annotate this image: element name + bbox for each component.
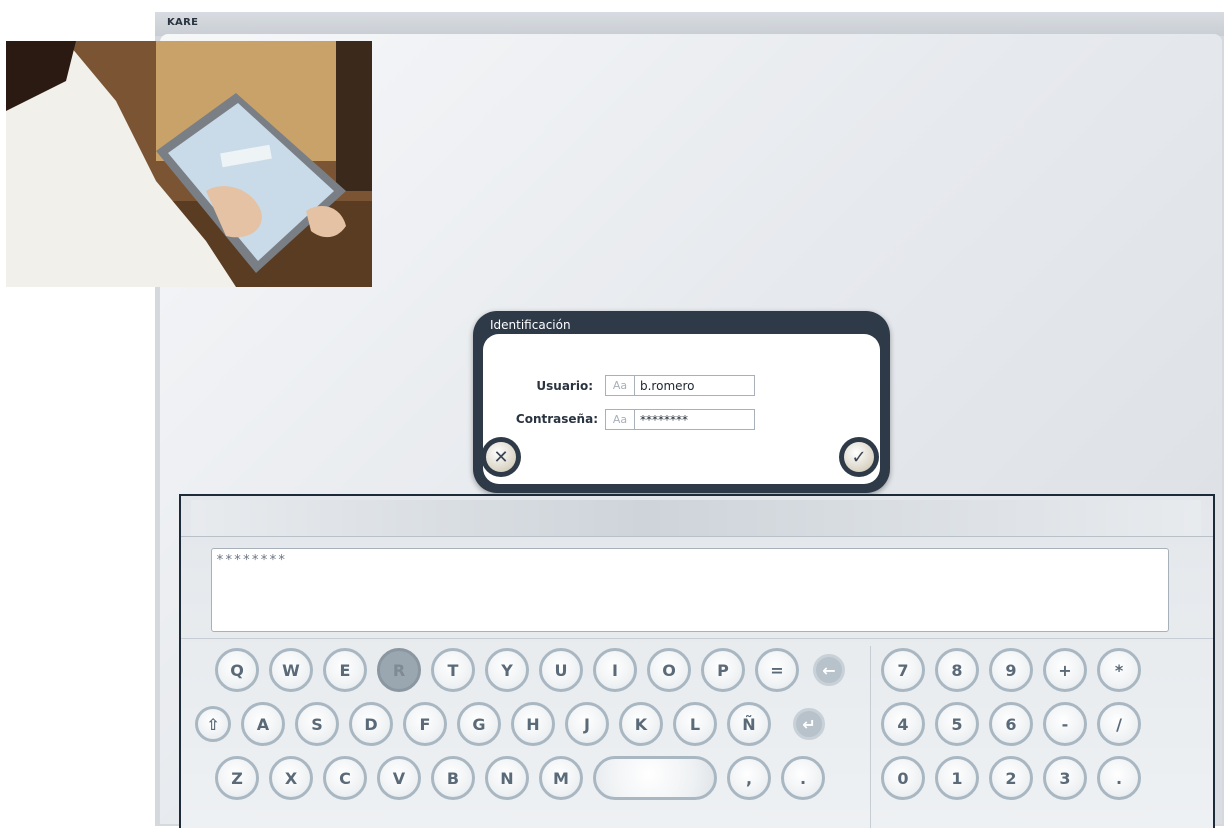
- dialog-title: Identificación: [490, 318, 571, 332]
- numpad-key[interactable]: 6: [989, 702, 1033, 746]
- numpad-key[interactable]: 4: [881, 702, 925, 746]
- key-x[interactable]: X: [269, 756, 313, 800]
- close-icon: ✕: [493, 446, 509, 468]
- key-v[interactable]: V: [377, 756, 421, 800]
- numpad-key[interactable]: .: [1097, 756, 1141, 800]
- key-b[interactable]: B: [431, 756, 475, 800]
- key-f[interactable]: F: [403, 702, 447, 746]
- key-o[interactable]: O: [647, 648, 691, 692]
- numpad-key[interactable]: /: [1097, 702, 1141, 746]
- space-key[interactable]: [593, 756, 717, 800]
- divider: [181, 536, 1213, 537]
- user-label: Usuario:: [536, 379, 593, 393]
- key-d[interactable]: D: [349, 702, 393, 746]
- key-t[interactable]: T: [431, 648, 475, 692]
- key-z[interactable]: Z: [215, 756, 259, 800]
- key-n[interactable]: N: [485, 756, 529, 800]
- key-m[interactable]: M: [539, 756, 583, 800]
- numpad-key[interactable]: 5: [935, 702, 979, 746]
- key-r[interactable]: R: [377, 648, 421, 692]
- login-dialog: Identificación Usuario: Aa b.romero Cont…: [473, 311, 890, 493]
- key-q[interactable]: Q: [215, 648, 259, 692]
- numpad-key[interactable]: -: [1043, 702, 1087, 746]
- divider: [181, 638, 1213, 639]
- check-icon: ✓: [851, 446, 867, 468]
- numpad-key[interactable]: 9: [989, 648, 1033, 692]
- enter-icon[interactable]: ↵: [793, 708, 825, 740]
- password-field[interactable]: Aa ********: [605, 409, 755, 430]
- title-bar: KARE: [155, 12, 1224, 36]
- numpad-key[interactable]: *: [1097, 648, 1141, 692]
- password-label: Contraseña:: [515, 412, 598, 426]
- key-e[interactable]: E: [323, 648, 367, 692]
- key-i[interactable]: I: [593, 648, 637, 692]
- virtual-keyboard: ******** Q W E R T Y U I O P = ← ⇧ A S D F G H J K L Ñ ↵ Z X C V B N M…: [179, 494, 1215, 828]
- key-j[interactable]: J: [565, 702, 609, 746]
- text-mode-icon: Aa: [606, 376, 635, 395]
- user-value: b.romero: [640, 378, 695, 393]
- keyboard-header: [191, 500, 1201, 536]
- cancel-button[interactable]: ✕: [481, 437, 521, 477]
- photo-inset: [6, 41, 372, 287]
- backspace-icon[interactable]: ←: [813, 654, 845, 686]
- text-mode-icon: Aa: [606, 410, 635, 429]
- numpad-key[interactable]: 8: [935, 648, 979, 692]
- keyboard-text-field[interactable]: ********: [211, 548, 1169, 632]
- app-title: KARE: [167, 17, 199, 28]
- divider: [870, 646, 871, 828]
- key-k[interactable]: K: [619, 702, 663, 746]
- numpad-key[interactable]: +: [1043, 648, 1087, 692]
- numpad-key[interactable]: 3: [1043, 756, 1087, 800]
- user-field[interactable]: Aa b.romero: [605, 375, 755, 396]
- numpad-key[interactable]: 2: [989, 756, 1033, 800]
- key-a[interactable]: A: [241, 702, 285, 746]
- key-ñ[interactable]: Ñ: [727, 702, 771, 746]
- key-comma[interactable]: ,: [727, 756, 771, 800]
- password-value: ********: [640, 412, 688, 427]
- confirm-button[interactable]: ✓: [839, 437, 879, 477]
- key-s[interactable]: S: [295, 702, 339, 746]
- numpad-key[interactable]: 1: [935, 756, 979, 800]
- photo-image: [6, 41, 372, 287]
- key-l[interactable]: L: [673, 702, 717, 746]
- key-g[interactable]: G: [457, 702, 501, 746]
- shift-icon[interactable]: ⇧: [195, 706, 231, 742]
- key-h[interactable]: H: [511, 702, 555, 746]
- key-w[interactable]: W: [269, 648, 313, 692]
- key-=[interactable]: =: [755, 648, 799, 692]
- key-y[interactable]: Y: [485, 648, 529, 692]
- key-period[interactable]: .: [781, 756, 825, 800]
- numpad-key[interactable]: 0: [881, 756, 925, 800]
- numpad-key[interactable]: 7: [881, 648, 925, 692]
- key-p[interactable]: P: [701, 648, 745, 692]
- key-c[interactable]: C: [323, 756, 367, 800]
- key-u[interactable]: U: [539, 648, 583, 692]
- dialog-body: Usuario: Aa b.romero Contraseña: Aa ****…: [483, 334, 880, 484]
